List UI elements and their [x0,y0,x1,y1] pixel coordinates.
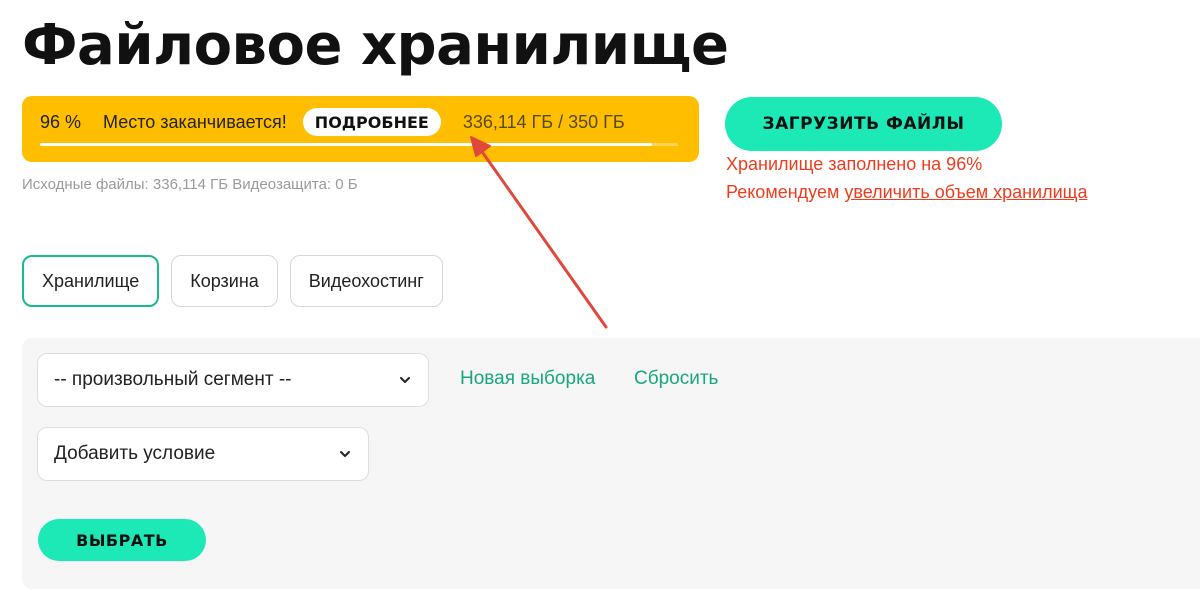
quota-progress-fill [40,143,653,146]
quota-progress-track [40,143,678,146]
select-button[interactable]: ВЫБРАТЬ [38,519,206,561]
new-selection-link[interactable]: Новая выборка [460,368,595,390]
add-condition-select[interactable]: Добавить условие [37,427,369,481]
quota-row: 96 % Место заканчивается! ПОДРОБНЕЕ 336,… [22,108,699,136]
segment-select-value: -- произвольный сегмент -- [54,369,292,390]
add-condition-select-value: Добавить условие [54,443,216,464]
storage-full-alert: Хранилище заполнено на 96% [726,154,983,174]
increase-storage-link[interactable]: увеличить объем хранилища [844,182,1087,202]
details-button[interactable]: ПОДРОБНЕЕ [302,108,441,136]
source-files-info: Исходные файлы: 336,114 ГБ Видеозащита: … [22,176,358,193]
recommend-prefix: Рекомендуем [726,182,845,202]
chevron-down-icon [340,451,350,457]
quota-usage-text: 336,114 ГБ / 350 ГБ [462,111,625,132]
page-title: Файловое хранилище [22,13,729,78]
tab-trash[interactable]: Корзина [171,255,278,307]
quota-percent: 96 % [40,111,82,132]
chevron-down-icon [400,377,410,383]
segment-select[interactable]: -- произвольный сегмент -- [37,353,429,407]
storage-tabs: Хранилище Корзина Видеохостинг [22,255,443,307]
recommend-upgrade-text: Рекомендуем увеличить объем хранилища [726,182,1087,203]
storage-quota-bar: 96 % Место заканчивается! ПОДРОБНЕЕ 336,… [22,96,699,162]
tab-video-hosting[interactable]: Видеохостинг [289,255,443,307]
tab-storage[interactable]: Хранилище [22,255,160,307]
quota-warning-text: Место заканчивается! [103,111,287,132]
filter-panel: -- произвольный сегмент -- Новая выборка… [22,338,1200,589]
reset-link[interactable]: Сбросить [634,368,718,390]
upload-files-button[interactable]: ЗАГРУЗИТЬ ФАЙЛЫ [725,97,1002,151]
